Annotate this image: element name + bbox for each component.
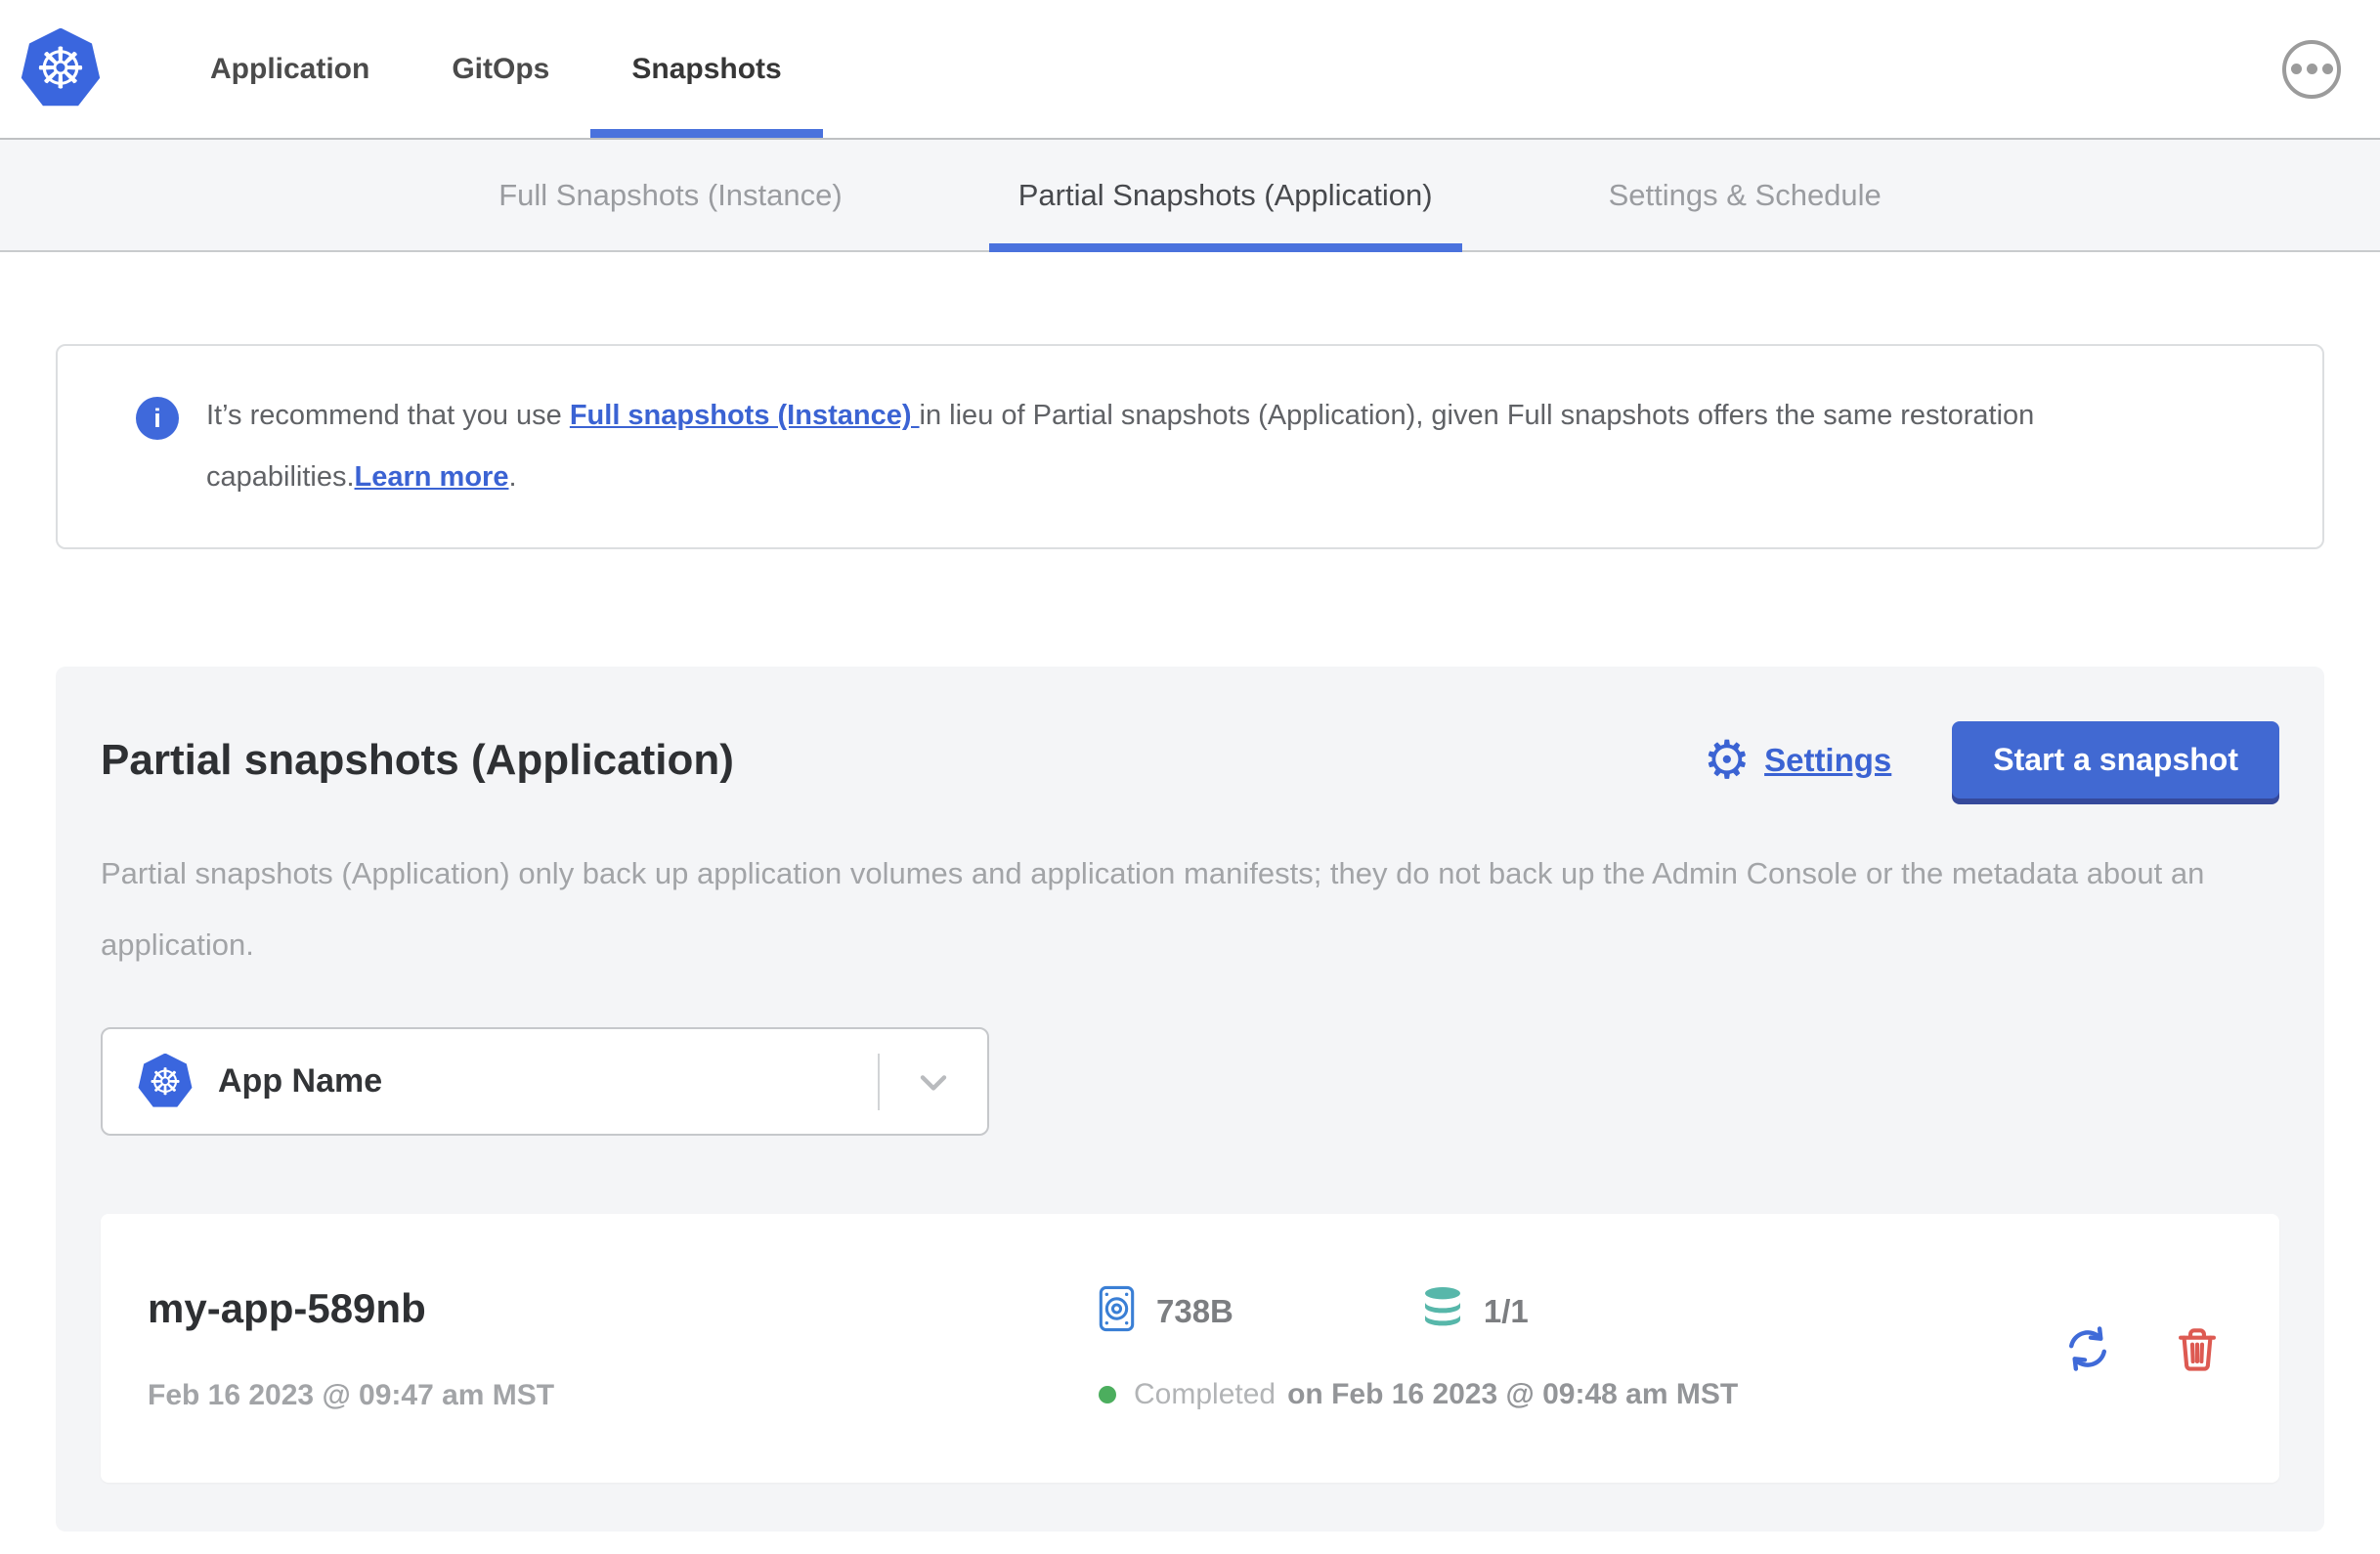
top-navigation: Application GitOps Snapshots [169, 0, 823, 138]
nav-item-application[interactable]: Application [169, 0, 411, 138]
chevron-down-icon [880, 1060, 987, 1103]
kubernetes-wheel-glyph: ☸ [35, 34, 86, 102]
page-title: Partial snapshots (Application) [101, 735, 734, 784]
nav-item-gitops[interactable]: GitOps [411, 0, 590, 138]
start-snapshot-button[interactable]: Start a snapshot [1952, 721, 2279, 799]
banner-text-before: It’s recommend that you use [206, 400, 570, 431]
snapshot-status-row: Completed on Feb 16 2023 @ 09:48 am MST [1099, 1378, 1738, 1411]
snapshot-size: 738B [1156, 1292, 1233, 1329]
snapshot-actions [2060, 1321, 2223, 1376]
tab-partial-snapshots[interactable]: Partial Snapshots (Application) [988, 140, 1462, 252]
delete-snapshot-button[interactable] [2172, 1323, 2223, 1374]
database-icon [1419, 1286, 1466, 1336]
tab-label: Partial Snapshots (Application) [1017, 177, 1433, 212]
status-badge: Completed [1134, 1378, 1277, 1410]
snapshot-finish-time: on Feb 16 2023 @ 09:48 am MST [1287, 1378, 1739, 1410]
app-name-selector[interactable]: ☸ App Name [101, 1027, 989, 1136]
panel-actions: ⚙ Settings Start a snapshot [1704, 721, 2279, 799]
snapshot-identity: my-app-589nb Feb 16 2023 @ 09:47 am MST [148, 1285, 1099, 1412]
learn-more-link[interactable]: Learn more [355, 461, 509, 493]
snapshot-stats: 738B 1/1 Completed on Feb 16 2023 @ 09:4 [1099, 1285, 1738, 1411]
trash-icon [2172, 1327, 2223, 1377]
disk-icon [1099, 1285, 1135, 1337]
tab-settings-schedule[interactable]: Settings & Schedule [1579, 140, 1911, 250]
nav-item-label: GitOps [452, 52, 550, 85]
app-header: ☸ Application GitOps Snapshots [0, 0, 2380, 140]
snapshot-size-volumes: 738B 1/1 [1099, 1285, 1738, 1337]
settings-label: Settings [1764, 741, 1892, 778]
tab-label: Settings & Schedule [1608, 177, 1882, 212]
full-snapshots-link[interactable]: Full snapshots (Instance) [570, 400, 920, 431]
app-selector-value: App Name [218, 1062, 383, 1100]
volumes-group: 1/1 [1419, 1286, 1529, 1336]
gear-icon: ⚙ [1703, 728, 1752, 791]
nav-item-label: Application [210, 52, 370, 85]
ellipsis-icon [2306, 64, 2317, 74]
info-icon: i [136, 397, 179, 440]
restore-snapshot-button[interactable] [2060, 1321, 2115, 1376]
snapshot-start-time: Feb 16 2023 @ 09:47 am MST [148, 1378, 555, 1411]
ellipsis-icon [2290, 64, 2302, 74]
tab-full-snapshots[interactable]: Full Snapshots (Instance) [469, 140, 872, 250]
kubernetes-wheel-glyph: ☸ [148, 1059, 183, 1103]
status-dot-icon [1099, 1386, 1116, 1403]
panel-description: Partial snapshots (Application) only bac… [101, 856, 2205, 962]
snapshot-row: my-app-589nb Feb 16 2023 @ 09:47 am MST [101, 1214, 2279, 1483]
tab-label: Full Snapshots (Instance) [498, 177, 843, 212]
kubernetes-logo-icon: ☸ [21, 27, 101, 107]
banner-text: It’s recommend that you use Full snapsho… [206, 385, 2239, 508]
snapshots-tabbar: Full Snapshots (Instance) Partial Snapsh… [0, 140, 2380, 252]
recommendation-banner: i It’s recommend that you use Full snaps… [56, 344, 2324, 549]
snapshot-name: my-app-589nb [148, 1284, 426, 1331]
nav-item-label: Snapshots [631, 52, 782, 85]
overflow-menu-button[interactable] [2282, 39, 2341, 99]
active-nav-underline [590, 129, 823, 138]
panel-header: Partial snapshots (Application) ⚙ Settin… [101, 721, 2279, 799]
snapshot-volumes: 1/1 [1483, 1292, 1529, 1329]
active-tab-underline [988, 243, 1462, 252]
ellipsis-icon [2321, 64, 2333, 74]
banner-text-after: . [508, 461, 517, 493]
snapshot-settings-link[interactable]: ⚙ Settings [1703, 728, 1892, 791]
kubernetes-app-icon: ☸ [138, 1053, 193, 1107]
partial-snapshots-panel: Partial snapshots (Application) ⚙ Settin… [56, 667, 2324, 1532]
nav-item-snapshots[interactable]: Snapshots [590, 0, 823, 138]
restore-icon [2060, 1325, 2115, 1379]
